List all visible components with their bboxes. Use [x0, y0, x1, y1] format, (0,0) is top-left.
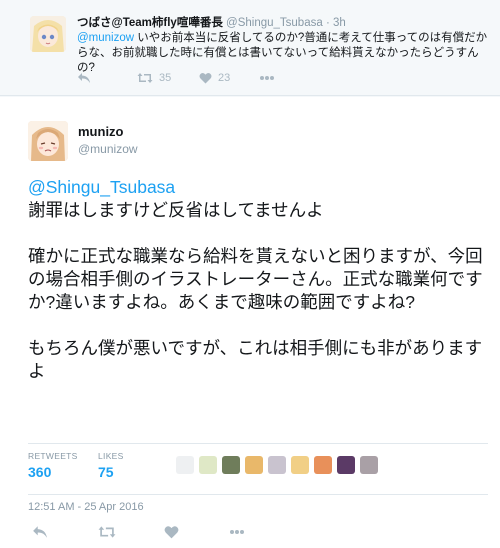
parent-tweet-text: @munizow いやお前本当に反省してるのか?普通に考えて仕事ってのは有償だか…: [77, 31, 492, 76]
parent-text-body: いやお前本当に反省してるのか?普通に考えて仕事ってのは有償だからな、お前就職した…: [77, 32, 488, 74]
main-display-name[interactable]: munizo: [78, 124, 124, 139]
like-icon: [164, 526, 179, 539]
parent-handle[interactable]: @Shingu_Tsubasa: [226, 17, 323, 29]
tweet-stats: RETWEETS 360 LIKES 75: [28, 443, 488, 495]
parent-time[interactable]: 3h: [333, 17, 346, 29]
liker-avatar[interactable]: [360, 456, 378, 474]
parent-reply-button[interactable]: [77, 72, 137, 84]
main-like-button[interactable]: [164, 525, 179, 539]
parent-retweet-count: 35: [159, 72, 172, 84]
main-retweet-button[interactable]: [98, 525, 116, 539]
main-action-bar: [28, 525, 488, 543]
parent-tweet[interactable]: つばさ@Team柿fly喧嘩番長 @Shingu_Tsubasa · 3h @m…: [0, 0, 500, 96]
parent-avatar[interactable]: [30, 16, 66, 52]
retweets-stat[interactable]: RETWEETS 360: [28, 451, 78, 480]
retweets-count: 360: [28, 464, 52, 480]
liker-avatar[interactable]: [176, 456, 194, 474]
parent-mention-link[interactable]: @munizow: [77, 32, 134, 44]
main-tweet: munizo @munizow @Shingu_Tsubasa 謝罪はしますけど反…: [0, 97, 500, 548]
more-icon: [260, 76, 274, 80]
main-tweet-text: @Shingu_Tsubasa 謝罪はしますけど反省はしてませんよ 確かに正式な職…: [28, 176, 488, 383]
liker-avatars: [176, 456, 383, 474]
parent-display-name[interactable]: つばさ@Team柿fly喧嘩番長: [77, 17, 223, 29]
likes-stat[interactable]: LIKES 75: [98, 451, 124, 480]
likes-count: 75: [98, 464, 114, 480]
retweet-icon: [137, 73, 153, 83]
liker-avatar[interactable]: [199, 456, 217, 474]
more-icon: [230, 530, 244, 534]
parent-retweet-button[interactable]: 35: [137, 72, 199, 84]
reply-icon: [78, 73, 90, 83]
main-handle[interactable]: @munizow: [78, 142, 138, 156]
parent-separator: ·: [325, 17, 330, 29]
like-icon: [199, 73, 212, 84]
tweet-timestamp[interactable]: 12:51 AM - 25 Apr 2016: [28, 501, 144, 513]
likes-label: LIKES: [98, 451, 124, 461]
reply-icon: [33, 526, 47, 538]
retweet-icon: [98, 526, 116, 538]
liker-avatar[interactable]: [314, 456, 332, 474]
liker-avatar[interactable]: [245, 456, 263, 474]
parent-tweet-header: つばさ@Team柿fly喧嘩番長 @Shingu_Tsubasa · 3h: [77, 14, 346, 30]
parent-more-button[interactable]: [259, 75, 275, 81]
liker-avatar[interactable]: [268, 456, 286, 474]
main-mention-link[interactable]: @Shingu_Tsubasa: [28, 176, 488, 199]
liker-avatar[interactable]: [337, 456, 355, 474]
parent-action-bar: 35 23: [77, 72, 275, 84]
main-reply-button[interactable]: [32, 525, 48, 539]
parent-like-button[interactable]: 23: [199, 72, 259, 84]
retweets-label: RETWEETS: [28, 451, 78, 461]
main-text-body: 謝罪はしますけど反省はしてませんよ 確かに正式な職業なら給料を貰えないと困ります…: [28, 200, 483, 381]
parent-like-count: 23: [218, 72, 231, 84]
main-avatar[interactable]: [28, 121, 68, 161]
liker-avatar[interactable]: [222, 456, 240, 474]
liker-avatar[interactable]: [291, 456, 309, 474]
main-more-button[interactable]: [228, 529, 246, 535]
